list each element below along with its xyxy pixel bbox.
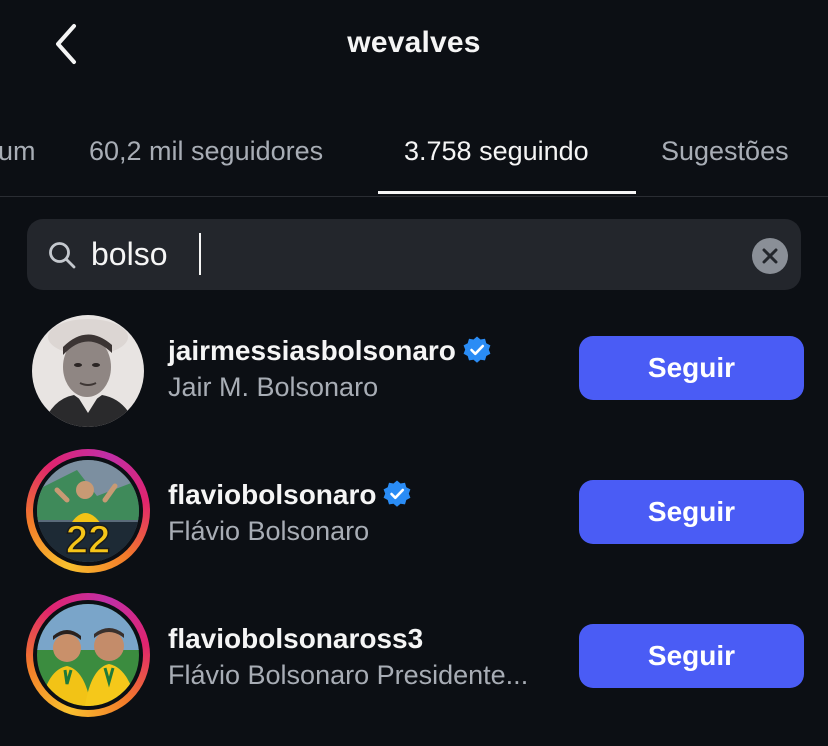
profile-photo: 22 — [37, 460, 139, 562]
tab-followers[interactable]: 60,2 mil seguidores — [89, 136, 323, 167]
search-bar[interactable] — [27, 219, 801, 290]
full-name: Jair M. Bolsonaro — [168, 372, 379, 402]
avatar[interactable]: 22 — [26, 449, 150, 573]
verified-badge-icon — [384, 480, 411, 507]
tab-following[interactable]: 3.758 seguindo — [404, 136, 589, 167]
tab-suggestions[interactable]: Sugestões — [661, 136, 789, 167]
follow-button[interactable]: Seguir — [579, 480, 804, 544]
username-text: flaviobolsonaro — [168, 479, 377, 510]
tab-um[interactable]: um — [0, 136, 36, 167]
avatar-ring-gap: 22 — [33, 456, 143, 566]
username-text: jairmessiasbolsonaro — [168, 335, 456, 366]
tab-bar: um 60,2 mil seguidores 3.758 seguindo Su… — [0, 118, 828, 197]
full-name: Flávio Bolsonaro — [168, 516, 370, 546]
text-cursor — [199, 233, 201, 275]
avatar[interactable] — [26, 593, 150, 717]
clear-icon — [762, 248, 778, 264]
avatar-ring-gap — [33, 600, 143, 710]
page-title: wevalves — [347, 26, 481, 59]
clear-search-button[interactable] — [752, 238, 788, 274]
list-item[interactable]: flaviobolsonaross3 Flávio Bolsonaro Pres… — [0, 591, 828, 723]
username[interactable]: flaviobolsonaro — [168, 479, 412, 511]
username[interactable]: flaviobolsonaross3 — [168, 623, 423, 655]
username[interactable]: jairmessiasbolsonaro — [168, 335, 492, 367]
avatar[interactable] — [26, 309, 150, 433]
list-item[interactable]: jairmessiasbolsonaro Jair M. Bolsonaro S… — [0, 303, 828, 435]
list-item[interactable]: 22 flaviobolsonaro Flávio Bolsonaro Segu… — [0, 447, 828, 579]
search-input[interactable] — [91, 230, 731, 278]
verified-badge-icon — [463, 336, 491, 363]
profile-photo — [37, 604, 139, 706]
profile-photo — [32, 315, 144, 427]
avatar-number-text: 22 — [66, 518, 111, 562]
search-icon — [49, 242, 76, 269]
username-text: flaviobolsonaross3 — [168, 623, 424, 654]
full-name: Flávio Bolsonaro Presidente... — [168, 660, 529, 690]
top-bar: wevalves — [0, 0, 828, 90]
active-tab-indicator — [378, 191, 636, 194]
follow-button[interactable]: Seguir — [579, 624, 804, 688]
follow-button[interactable]: Seguir — [579, 336, 804, 400]
